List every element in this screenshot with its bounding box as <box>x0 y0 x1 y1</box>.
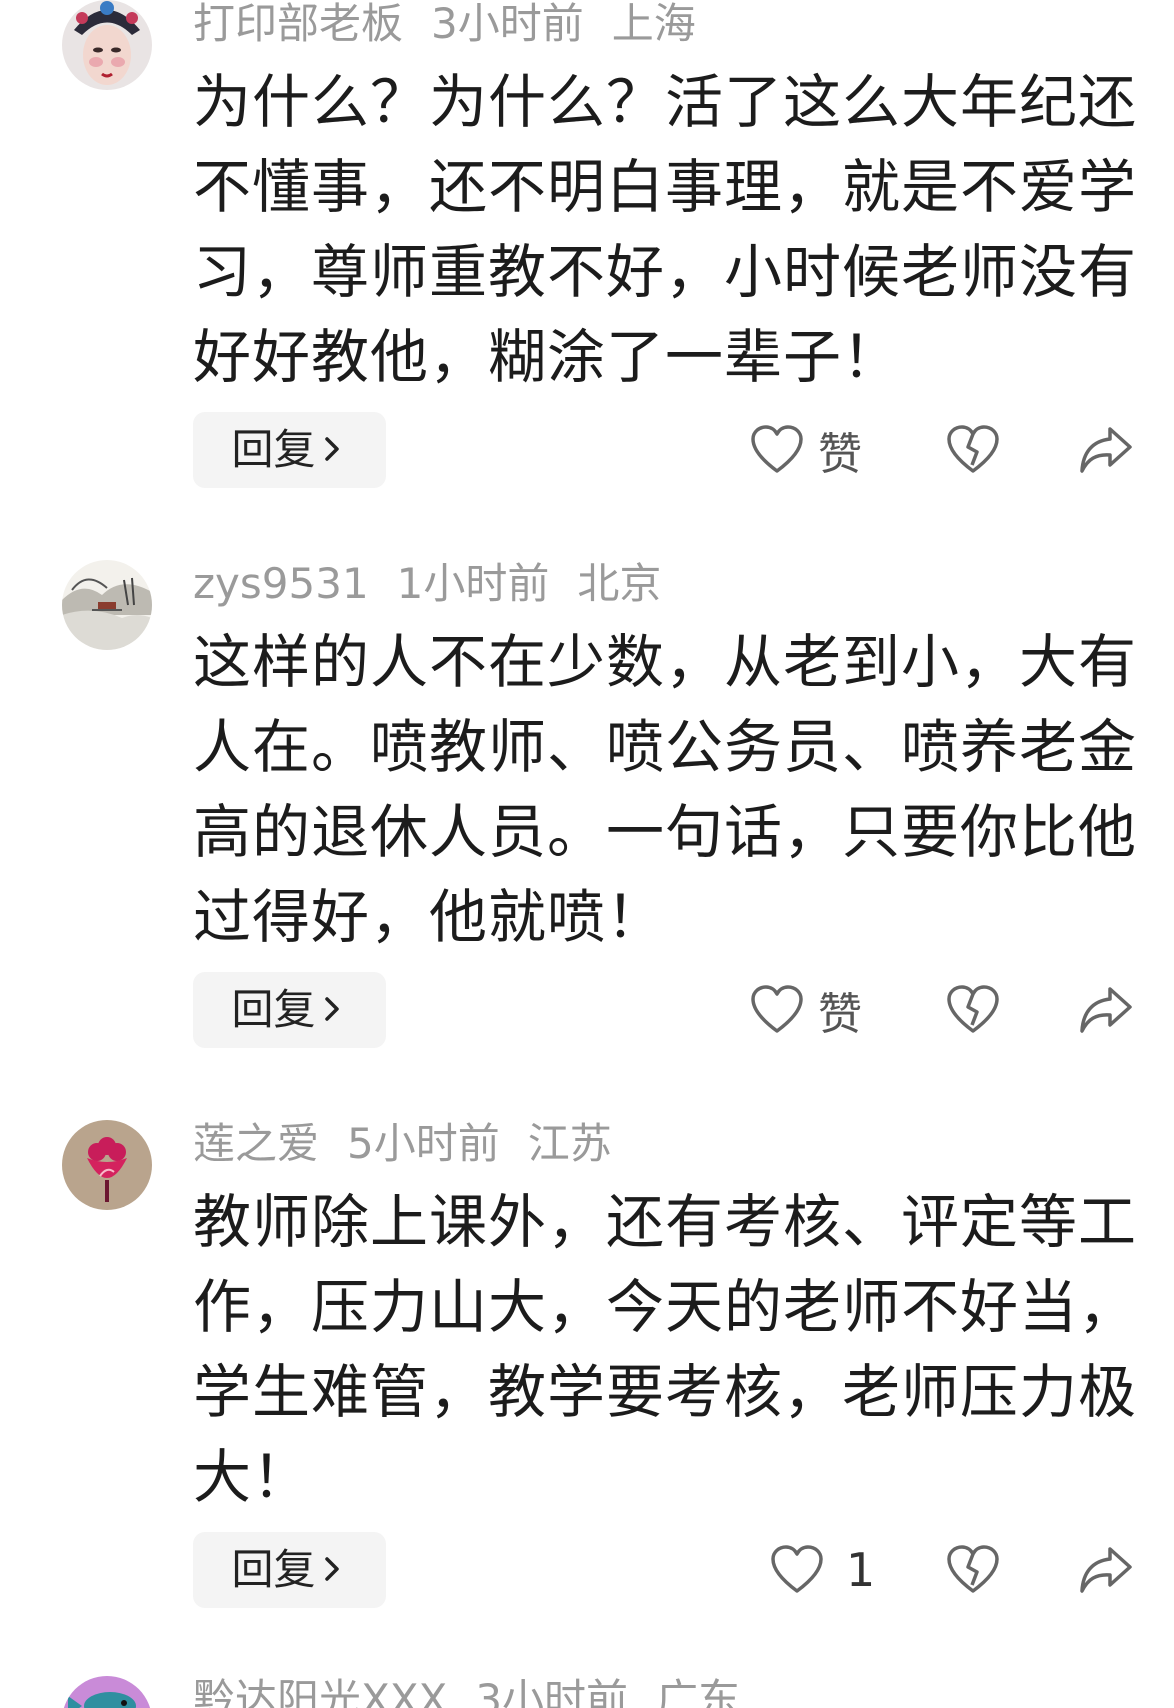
comment-text: 教师除上课外，还有考核、评定等工作，压力山大，今天的老师不好当，学生难管，教学要… <box>193 1188 1138 1511</box>
comment-time: 3小时前 <box>431 0 584 48</box>
username[interactable]: 莲之爱 <box>193 1119 319 1168</box>
like-button[interactable]: 赞 <box>750 412 862 488</box>
reply-button[interactable]: 回复 <box>193 972 386 1048</box>
dislike-button[interactable] <box>946 972 1000 1048</box>
reply-label: 回复 <box>231 1545 316 1594</box>
like-button[interactable]: 1 <box>770 1532 875 1608</box>
like-count: 1 <box>846 1543 876 1597</box>
dislike-button[interactable] <box>946 1532 1000 1608</box>
reply-button[interactable]: 回复 <box>193 1532 386 1608</box>
chevron-right-icon <box>322 412 342 488</box>
comment-meta: zys9531 1小时前 北京 <box>193 558 689 610</box>
fish-avatar-icon <box>62 1676 152 1708</box>
broken-heart-icon <box>947 985 999 1033</box>
comment-item: 黔达阳光XXX 3小时前 广东 <box>0 1676 1174 1708</box>
heart-icon <box>751 985 803 1033</box>
share-arrow-icon <box>1080 427 1132 473</box>
comment-time: 3小时前 <box>475 1676 629 1708</box>
dislike-button[interactable] <box>946 412 1000 488</box>
share-button[interactable] <box>1078 1532 1134 1608</box>
heart-icon <box>751 425 803 473</box>
broken-heart-icon <box>947 1545 999 1593</box>
opera-face-avatar-icon <box>62 0 152 90</box>
username[interactable]: 黔达阳光XXX <box>193 1676 447 1708</box>
reply-label: 回复 <box>231 985 316 1034</box>
reply-label: 回复 <box>231 425 316 474</box>
avatar[interactable] <box>62 0 152 90</box>
comment-time: 1小时前 <box>396 559 550 608</box>
like-label: 赞 <box>818 989 862 1040</box>
comment-meta: 黔达阳光XXX 3小时前 广东 <box>193 1676 768 1708</box>
comment-meta: 莲之爱 5小时前 江苏 <box>193 1118 640 1170</box>
chevron-right-icon <box>322 1532 342 1608</box>
comment-item: zys9531 1小时前 北京 这样的人不在少数，从老到小，大有人在。喷教师、喷公务… <box>0 558 1174 1120</box>
username[interactable]: zys9531 <box>193 559 369 608</box>
like-label: 赞 <box>818 429 862 480</box>
heart-icon <box>771 1545 823 1593</box>
chevron-right-icon <box>322 972 342 1048</box>
red-flower-avatar-icon <box>62 1120 152 1210</box>
comment-location: 江苏 <box>527 1119 612 1168</box>
username[interactable]: 打印部老板 <box>193 0 403 48</box>
comment-item: 莲之爱 5小时前 江苏 教师除上课外，还有考核、评定等工作，压力山大，今天的老师不好… <box>0 1118 1174 1680</box>
reply-button[interactable]: 回复 <box>193 412 386 488</box>
share-button[interactable] <box>1078 412 1134 488</box>
comment-location: 上海 <box>611 0 696 48</box>
comment-time: 5小时前 <box>347 1119 500 1168</box>
avatar[interactable] <box>62 560 152 650</box>
comment-location: 北京 <box>577 559 662 608</box>
comment-item: 打印部老板 3小时前 上海 为什么？为什么？活了这么大年纪还不懂事，还不明白事理，就… <box>0 0 1174 560</box>
comment-location: 广东 <box>656 1676 741 1708</box>
share-button[interactable] <box>1078 972 1134 1048</box>
like-button[interactable]: 赞 <box>750 972 862 1048</box>
avatar[interactable] <box>62 1120 152 1210</box>
comment-text: 为什么？为什么？活了这么大年纪还不懂事，还不明白事理，就是不爱学习，尊师重教不好… <box>193 68 1138 391</box>
broken-heart-icon <box>947 425 999 473</box>
comment-text: 这样的人不在少数，从老到小，大有人在。喷教师、喷公务员、喷养老金高的退休人员。一… <box>193 628 1138 951</box>
share-arrow-icon <box>1080 1547 1132 1593</box>
comment-meta: 打印部老板 3小时前 上海 <box>193 0 724 50</box>
avatar[interactable] <box>62 1676 152 1708</box>
share-arrow-icon <box>1080 987 1132 1033</box>
ink-landscape-avatar-icon <box>62 560 152 650</box>
